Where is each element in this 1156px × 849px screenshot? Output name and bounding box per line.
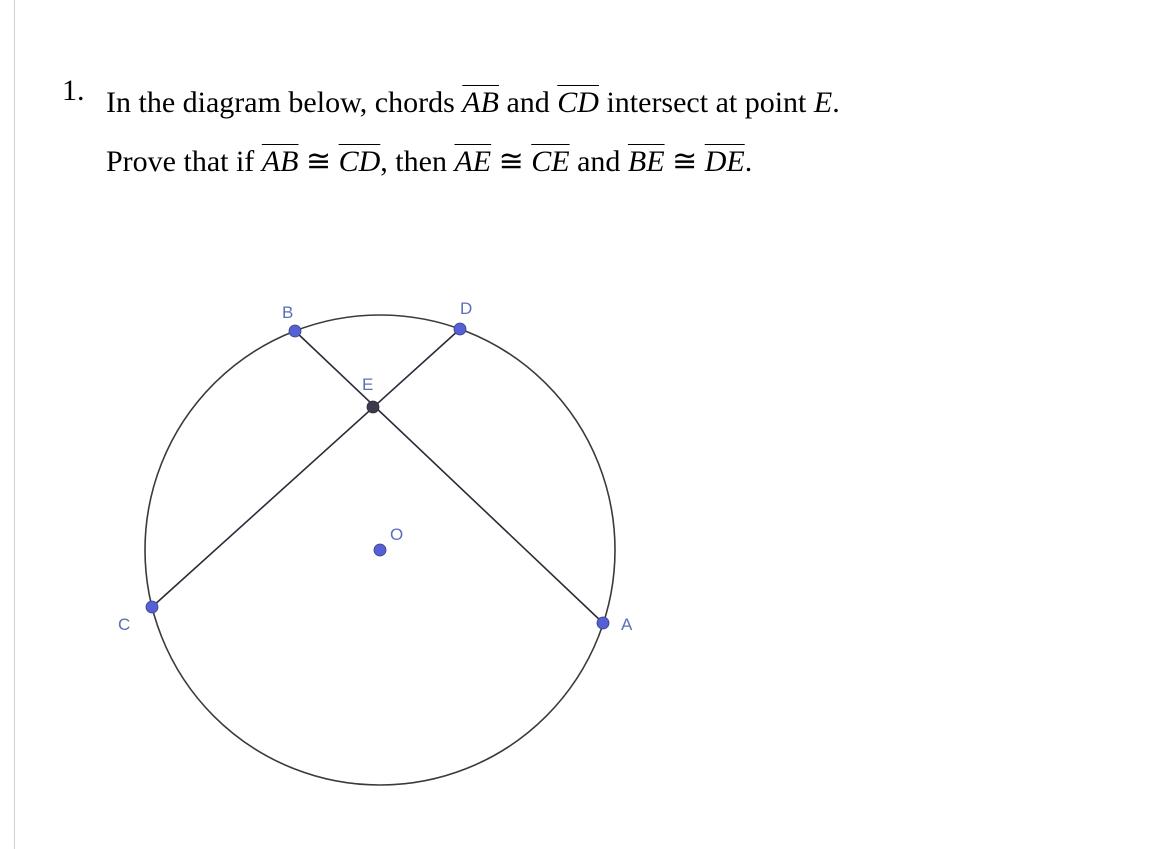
text-run: , then	[380, 145, 454, 178]
segment-AB: AB	[462, 86, 499, 119]
segment-CD: CD	[339, 145, 381, 178]
label-B: B	[282, 303, 293, 322]
segment-BE: BE	[628, 145, 665, 178]
point-O	[374, 544, 386, 556]
problem-statement: In the diagram below, chords AB and CD i…	[106, 74, 1116, 191]
text-run: .	[745, 145, 753, 178]
text-run: In the diagram below, chords	[106, 86, 462, 119]
chord-AB	[295, 331, 603, 623]
problem-number: 1.	[62, 74, 85, 108]
point-D	[454, 323, 466, 335]
congruent-symbol: ≅	[665, 145, 705, 178]
congruent-symbol: ≅	[298, 145, 338, 178]
segment-DE: DE	[705, 145, 745, 178]
chord-CD	[152, 329, 460, 607]
text-run: and	[570, 145, 628, 178]
text-run: and	[499, 86, 557, 119]
segment-CD: CD	[557, 86, 599, 119]
label-A: A	[621, 615, 633, 634]
segment-AB: AB	[262, 145, 299, 178]
label-E: E	[362, 375, 373, 394]
text-run: Prove that if	[106, 145, 262, 178]
point-E	[367, 401, 379, 413]
text-run: intersect at point	[599, 86, 814, 119]
point-E-ref: E	[814, 86, 832, 119]
text-run: .	[832, 86, 840, 119]
left-margin-rule	[14, 0, 15, 849]
segment-AE: AE	[454, 145, 491, 178]
segment-CE: CE	[531, 145, 569, 178]
label-O: O	[390, 525, 403, 544]
circle-diagram: A B C D E O	[100, 250, 660, 810]
label-D: D	[460, 299, 472, 318]
problem-block: 1. In the diagram below, chords AB and C…	[62, 74, 1116, 191]
point-A	[597, 617, 609, 629]
point-C	[146, 601, 158, 613]
congruent-symbol: ≅	[491, 145, 531, 178]
point-B	[289, 325, 301, 337]
label-C: C	[118, 615, 130, 634]
diagram-svg: A B C D E O	[100, 250, 660, 810]
